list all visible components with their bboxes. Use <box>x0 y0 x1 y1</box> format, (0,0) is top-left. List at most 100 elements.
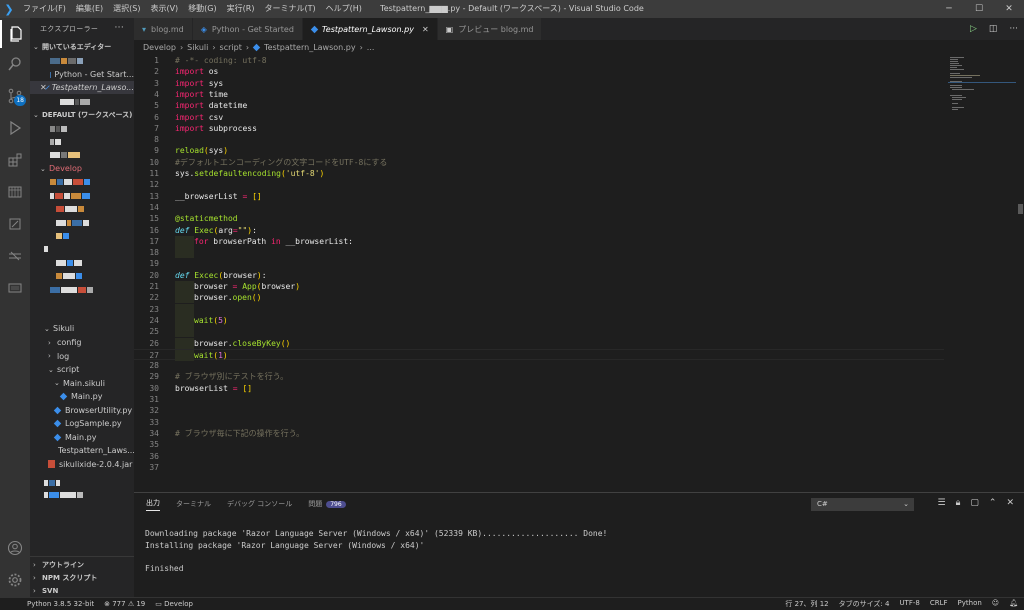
tab-debug-console[interactable]: デバッグ コンソール <box>227 499 292 509</box>
maximize-panel-icon[interactable]: ⌃ <box>989 498 997 508</box>
tree-item-blurred[interactable] <box>30 189 134 202</box>
code-line[interactable]: 10 #デフォルトエンコーディングの文字コードをUTF-8にする <box>134 157 944 168</box>
language-mode[interactable]: Python <box>958 599 982 609</box>
breadcrumb-file[interactable]: Testpattern_Lawson.py <box>264 43 356 52</box>
code-line[interactable]: 11 sys.setdefaultencoding('utf-8') <box>134 168 944 179</box>
editor-scrollbar[interactable] <box>1016 54 1024 492</box>
code-line[interactable]: 9 reload(sys) <box>134 145 944 156</box>
csv-icon[interactable] <box>0 274 30 302</box>
tree-item-blurred[interactable] <box>30 135 134 148</box>
breadcrumb-script[interactable]: script <box>220 43 242 52</box>
menu-item[interactable]: 選択(S) <box>108 0 145 18</box>
code-line[interactable]: 17 for browserPath in __browserList: <box>134 235 944 247</box>
code-line[interactable]: 20 def Excec(browser): <box>134 270 944 281</box>
tree-item-blurred[interactable] <box>30 269 134 282</box>
code-line[interactable]: 29 # ブラウザ別にテストを行う。 <box>134 371 944 382</box>
minimize-button[interactable]: ─ <box>934 0 964 18</box>
open-editor-item[interactable]: Python - Get Start... <box>30 68 134 81</box>
tree-folder-develop[interactable]: ⌄ Develop <box>30 162 134 175</box>
code-line[interactable]: 4 import time <box>134 89 944 100</box>
menu-item[interactable]: 移動(G) <box>183 0 221 18</box>
code-line[interactable]: 37 <box>134 462 944 473</box>
explorer-icon[interactable] <box>0 20 30 48</box>
run-debug-icon[interactable] <box>0 114 30 142</box>
tree-item[interactable]: Main.py <box>30 390 134 403</box>
code-line[interactable]: 2 import os <box>134 66 944 77</box>
code-line[interactable]: 12 <box>134 179 944 190</box>
extensions-icon[interactable] <box>0 146 30 174</box>
menu-item[interactable]: 編集(E) <box>71 0 108 18</box>
remote-explorer-icon[interactable] <box>0 178 30 206</box>
tab-testpattern-lawson[interactable]: Testpattern_Lawson.py ✕ <box>302 18 438 40</box>
code-line[interactable]: 25 <box>134 326 944 338</box>
run-file-icon[interactable]: ▷ <box>970 24 977 34</box>
clear-output-icon[interactable]: ☰ <box>938 498 946 508</box>
code-line[interactable]: 1 # -*- coding: utf-8 <box>134 55 944 66</box>
code-line[interactable]: 16 def Exec(arg=""): <box>134 225 944 236</box>
more-actions-icon[interactable]: ··· <box>1009 24 1018 34</box>
svn-branch[interactable]: ▭ Develop <box>155 600 193 608</box>
tab-python-get-started[interactable]: ◈ Python - Get Started <box>192 18 303 40</box>
code-line[interactable]: 22 browser.open() <box>134 292 944 304</box>
tab-output[interactable]: 出力 <box>146 498 160 511</box>
cursor-position[interactable]: 行 27、列 12 <box>785 599 828 609</box>
tree-item-blurred[interactable] <box>30 202 134 215</box>
line-ending[interactable]: CRLF <box>930 599 948 609</box>
svn-section-header[interactable]: › SVN <box>30 584 134 597</box>
tab-preview-blog-md[interactable]: ▣ プレビュー blog.md <box>437 18 543 40</box>
notifications-icon[interactable]: 🔔︎ <box>1009 599 1018 609</box>
maximize-button[interactable]: ☐ <box>964 0 994 18</box>
breadcrumb-sikuli[interactable]: Sikuli <box>187 43 208 52</box>
account-icon[interactable] <box>0 534 30 562</box>
feedback-icon[interactable]: ☺ <box>992 599 999 609</box>
code-line[interactable]: 18 <box>134 247 944 259</box>
code-line[interactable]: 8 <box>134 134 944 145</box>
tree-item-blurred[interactable] <box>30 242 134 255</box>
code-line[interactable]: 36 <box>134 451 944 462</box>
output-channel-select[interactable]: C# ⌄ <box>811 498 914 511</box>
code-line[interactable]: 26 browser.closeByKey() <box>134 337 944 349</box>
code-line[interactable]: 19 <box>134 258 944 269</box>
docker-icon[interactable] <box>0 242 30 270</box>
code-line[interactable]: 32 <box>134 405 944 416</box>
code-line[interactable]: 34 # ブラウザ毎に下記の操作を行う。 <box>134 428 944 439</box>
settings-gear-icon[interactable] <box>0 566 30 594</box>
search-icon[interactable] <box>0 50 30 78</box>
close-tab-icon[interactable]: ✕ <box>422 25 429 34</box>
tree-item[interactable]: sikulixide-2.0.4.jar <box>30 458 134 471</box>
tree-item-blurred[interactable] <box>30 256 134 269</box>
code-line[interactable]: 30 browserList = [] <box>134 383 944 394</box>
code-line[interactable]: 23 <box>134 303 944 315</box>
encoding[interactable]: UTF-8 <box>899 599 919 609</box>
open-editors-section-header[interactable]: ⌄ 開いているエディター <box>30 40 134 53</box>
copy-icon[interactable]: ▢ <box>970 498 979 508</box>
tab-blog-md[interactable]: ▾ blog.md <box>134 18 193 40</box>
breadcrumb-develop[interactable]: Develop <box>143 43 176 52</box>
open-editor-item-active[interactable]: ✕ Testpattern_Lawso... <box>30 81 134 94</box>
tree-folder-sikuli[interactable]: ⌄ Sikuli <box>30 322 134 335</box>
tree-item[interactable]: LogSample.py <box>30 417 134 430</box>
tree-item[interactable]: BrowserUtility.py <box>30 404 134 417</box>
code-editor[interactable]: 1 # -*- coding: utf-8 2 import os 3 import sy… <box>134 54 1024 492</box>
tree-item-blurred[interactable] <box>30 122 134 135</box>
open-editor-item-blurred[interactable] <box>30 95 134 108</box>
code-line[interactable]: 27 wait(1) <box>134 348 944 361</box>
outline-section-header[interactable]: › アウトライン <box>30 558 134 571</box>
tab-size[interactable]: タブのサイズ: 4 <box>839 599 890 609</box>
code-line[interactable]: 21 browser = App(browser) <box>134 281 944 292</box>
test-icon[interactable] <box>0 210 30 238</box>
tree-item-blurred[interactable] <box>30 283 134 296</box>
tab-terminal[interactable]: ターミナル <box>176 499 211 509</box>
tree-item-blurred[interactable] <box>30 488 134 501</box>
python-interpreter[interactable]: Python 3.8.5 32-bit <box>27 600 94 608</box>
lock-scroll-icon[interactable]: 🔒︎ <box>956 498 961 508</box>
breadcrumb-more[interactable]: ... <box>367 43 375 52</box>
tree-item[interactable]: ⌄ Main.sikuli <box>30 377 134 390</box>
tree-item-blurred[interactable] <box>30 216 134 229</box>
code-line[interactable]: 7 import subprocess <box>134 123 944 134</box>
menu-item[interactable]: 実行(R) <box>222 0 260 18</box>
minimap[interactable] <box>948 54 1016 492</box>
close-panel-icon[interactable]: ✕ <box>1006 498 1014 508</box>
open-editor-item-blurred[interactable] <box>30 54 134 67</box>
code-line[interactable]: 5 import datetime <box>134 100 944 111</box>
